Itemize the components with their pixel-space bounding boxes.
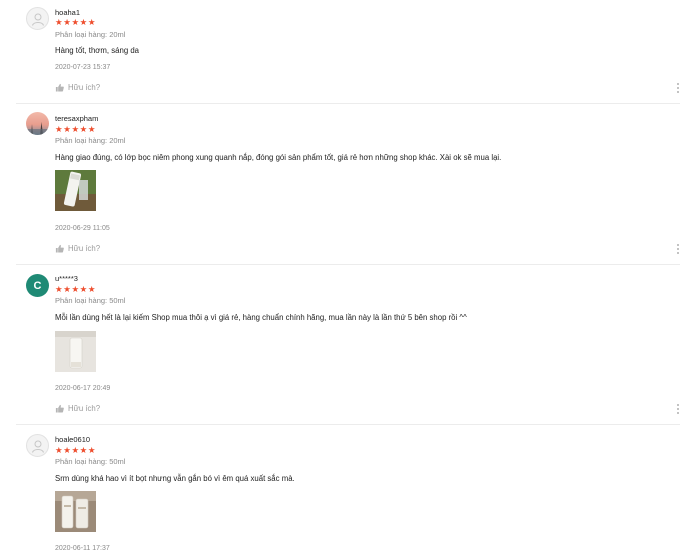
review-variant: Phân loại hàng: 20ml bbox=[55, 30, 126, 39]
user-icon bbox=[31, 440, 44, 453]
review-comment: Srm dùng khá hao vì ít bọt nhưng vẫn gắn… bbox=[55, 474, 295, 483]
review-photo bbox=[55, 170, 96, 211]
review-image[interactable] bbox=[55, 491, 96, 532]
helpful-label: Hữu ích? bbox=[68, 83, 101, 92]
divider bbox=[16, 103, 680, 104]
review-image[interactable] bbox=[55, 170, 96, 211]
avatar[interactable] bbox=[26, 434, 49, 457]
divider bbox=[16, 264, 680, 265]
review-username[interactable]: hoale0610 bbox=[55, 435, 90, 444]
review-comment: Hàng giao đúng, có lớp bọc niêm phong xu… bbox=[55, 153, 502, 162]
review-date: 2020-07-23 15:37 bbox=[55, 64, 111, 71]
helpful-button[interactable]: Hữu ích? bbox=[55, 404, 100, 413]
review-variant: Phân loại hàng: 50ml bbox=[55, 296, 126, 305]
review-variant: Phân loại hàng: 20ml bbox=[55, 136, 126, 145]
review-image[interactable] bbox=[55, 331, 96, 372]
helpful-button[interactable]: Hữu ích? bbox=[55, 83, 100, 92]
thumbs-up-icon bbox=[55, 83, 64, 92]
review-variant: Phân loại hàng: 50ml bbox=[55, 457, 126, 466]
review-date: 2020-06-17 20:49 bbox=[55, 385, 111, 392]
review-comment: Mỗi lần dùng hết là lại kiếm Shop mua th… bbox=[55, 313, 467, 322]
user-icon bbox=[31, 13, 44, 26]
review-photo bbox=[55, 331, 96, 372]
rating-stars: ★★★★★ bbox=[55, 17, 97, 27]
avatar-photo bbox=[26, 112, 49, 135]
review-comment: Hàng tốt, thơm, sáng da bbox=[55, 46, 139, 55]
rating-stars: ★★★★★ bbox=[55, 284, 97, 294]
review-username[interactable]: teresaxpham bbox=[55, 114, 98, 123]
review-list: hoaha1 ★★★★★ Phân loại hàng: 20ml Hàng t… bbox=[0, 0, 696, 557]
more-options-icon[interactable] bbox=[677, 404, 680, 414]
thumbs-up-icon bbox=[55, 404, 64, 413]
avatar[interactable] bbox=[26, 112, 49, 135]
more-options-icon[interactable] bbox=[677, 244, 680, 254]
rating-stars: ★★★★★ bbox=[55, 445, 97, 455]
review-username[interactable]: u*****3 bbox=[55, 274, 78, 283]
helpful-label: Hữu ích? bbox=[68, 244, 101, 253]
review-date: 2020-06-29 11:05 bbox=[55, 225, 110, 232]
review-username[interactable]: hoaha1 bbox=[55, 8, 80, 17]
helpful-label: Hữu ích? bbox=[68, 404, 101, 413]
avatar[interactable] bbox=[26, 7, 49, 30]
divider bbox=[16, 424, 680, 425]
thumbs-up-icon bbox=[55, 244, 64, 253]
review-photo bbox=[55, 491, 96, 532]
avatar[interactable]: C bbox=[26, 274, 49, 297]
helpful-button[interactable]: Hữu ích? bbox=[55, 244, 100, 253]
review-date: 2020-06-11 17:37 bbox=[55, 545, 110, 552]
rating-stars: ★★★★★ bbox=[55, 124, 97, 134]
more-options-icon[interactable] bbox=[677, 83, 680, 93]
